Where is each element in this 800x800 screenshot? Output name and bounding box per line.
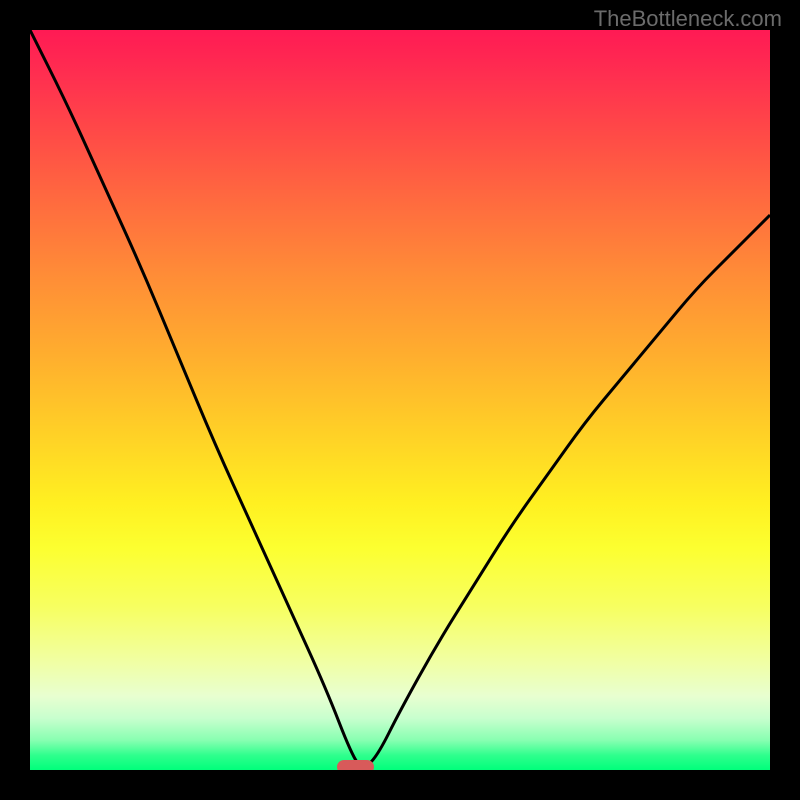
bottleneck-curve-path [30,30,770,766]
minimum-marker [337,760,374,770]
plot-area [30,30,770,770]
curve-svg [30,30,770,770]
watermark-text: TheBottleneck.com [594,6,782,32]
